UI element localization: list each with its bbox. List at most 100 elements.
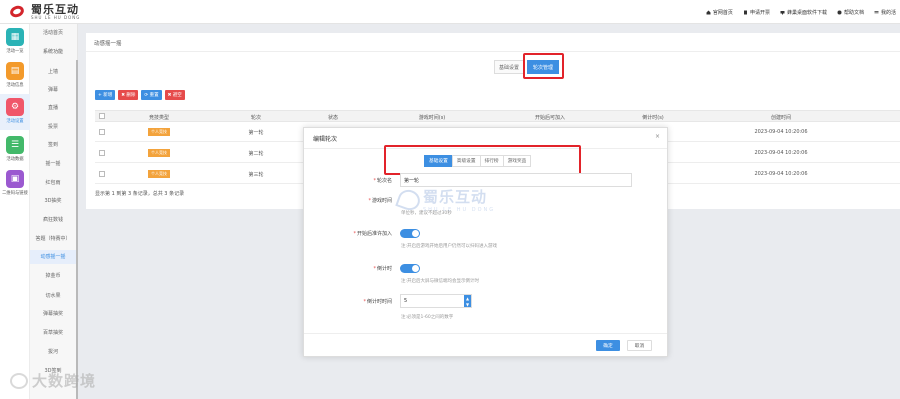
col-join-after-start: 开始后可加入 — [534, 115, 566, 121]
reset-button[interactable]: ⟳ 重置 — [141, 90, 162, 100]
round-cell: 第二轮 — [248, 151, 264, 157]
rail-item-overview-label: 活动一览 — [6, 49, 24, 54]
submenu-item-shake[interactable]: 摇一摇 — [30, 160, 76, 167]
countdown-label-text: 倒计时 — [376, 266, 392, 272]
submenu-item-count-money[interactable]: 疯狂数钱 — [30, 216, 76, 223]
rail-item-info[interactable]: ▤ 活动信息 — [0, 62, 30, 92]
join-after-start-label-text: 开始后准许加入 — [356, 231, 392, 237]
join-after-start-toggle[interactable] — [400, 229, 420, 238]
table-header: 竞技类型 轮次 状态 游戏时间(s) 开始后可加入 倒计时(s) 创建时间 — [95, 110, 900, 122]
submenu-item-danmu[interactable]: 弹幕 — [30, 86, 76, 93]
gear-icon: ⚙ — [6, 98, 24, 116]
col-status: 状态 — [327, 115, 339, 121]
add-button[interactable]: + 新增 — [95, 90, 116, 100]
created-cell: 2023-09-04 10:20:06 — [754, 171, 808, 177]
qrcode-icon: ▣ — [6, 170, 24, 188]
delete-button[interactable]: ✖ 删除 — [118, 90, 139, 100]
row-checkbox[interactable] — [99, 129, 105, 135]
clear-button[interactable]: ✖ 避空 — [164, 90, 185, 100]
round-name-label-text: 轮次名 — [376, 178, 392, 184]
chevron-up-icon[interactable]: ▲ — [466, 296, 469, 301]
submenu-item-signin[interactable]: 签到 — [30, 141, 76, 148]
created-cell: 2023-09-04 10:20:06 — [754, 129, 808, 135]
select-all-checkbox[interactable] — [99, 113, 105, 119]
countdown-time-value: 5 — [404, 298, 408, 304]
watermark-mark-icon — [395, 186, 423, 213]
link-help-label: 帮助文档 — [843, 9, 864, 16]
submenu-item-tug[interactable]: 拔河 — [30, 348, 76, 355]
submenu-group-system[interactable]: 系统功能 — [30, 48, 76, 55]
link-help[interactable]: 帮助文档 — [837, 9, 864, 16]
link-my-events[interactable]: 我的活 — [874, 9, 896, 16]
submenu-item-danmu-lottery[interactable]: 弹幕抽奖 — [30, 310, 76, 317]
countdown-time-label-text: 倒计时时间 — [366, 299, 392, 305]
brand-logo[interactable]: 蜀乐互动 SHU LE HU DONG — [8, 0, 80, 24]
link-my-events-label: 我的活 — [880, 9, 896, 16]
home-icon — [706, 10, 711, 14]
close-icon[interactable]: × — [655, 133, 660, 140]
submenu-item-wall[interactable]: 上墙 — [30, 68, 76, 75]
rail-item-settings[interactable]: ⚙ 活动设置 — [0, 94, 30, 130]
submenu-item-gold-coins[interactable]: 掉金币 — [30, 272, 76, 279]
submenu-item-live[interactable]: 直播 — [30, 104, 76, 111]
logo-cn-text: 蜀乐互动 — [31, 2, 79, 16]
countdown-hint: 注:开启后大屏与微信端均会显示倒计时 — [401, 279, 480, 284]
cancel-button[interactable]: 取消 — [627, 340, 652, 351]
link-download[interactable]: 蜂巢桌面软件下载 — [780, 9, 827, 16]
countdown-toggle[interactable] — [400, 264, 420, 273]
round-cell: 第一轮 — [248, 130, 264, 136]
rail-item-overview[interactable]: ▦ 活动一览 — [0, 28, 30, 58]
rail-item-qrcode[interactable]: ▣ 二维码与链接 — [0, 170, 30, 200]
row-checkbox[interactable] — [99, 150, 105, 156]
confirm-button[interactable]: 确定 — [596, 340, 620, 351]
type-tag: 个人竞技 — [148, 128, 170, 136]
chevron-down-icon[interactable]: ▼ — [466, 302, 469, 307]
edit-round-modal: 编辑轮次 × 基础设置 高级设置 排行榜 游戏奖品 *轮次名 *游戏时间 单位秒… — [303, 127, 668, 357]
submenu-item-herb-lottery[interactable]: 百草抽奖 — [30, 329, 76, 336]
countdown-time-stepper[interactable]: 5 ▲ ▼ — [400, 294, 472, 308]
left-rail: ▦ 活动一览 ▤ 活动信息 ⚙ 活动设置 ☰ 活动数据 ▣ 二维码与链接 — [0, 24, 30, 399]
submenu-scrollbar[interactable] — [76, 60, 78, 399]
submenu-item-vote[interactable]: 投票 — [30, 123, 76, 130]
row-checkbox[interactable] — [99, 171, 105, 177]
rail-item-data-label: 活动数据 — [6, 157, 24, 162]
logo-en-text: SHU LE HU DONG — [31, 14, 81, 20]
invoice-icon — [743, 10, 747, 14]
highlight-box-modal-tabs — [384, 145, 581, 175]
submenu-item-fruit[interactable]: 切水果 — [30, 292, 76, 299]
countdown-time-label: *倒计时时间 — [363, 299, 392, 305]
link-download-label: 蜂巢桌面软件下载 — [786, 9, 827, 16]
join-after-start-label: *开始后准许加入 — [353, 231, 392, 237]
help-icon — [837, 10, 842, 14]
logo-icon — [8, 3, 28, 21]
link-invoice-label: 申请开票 — [749, 9, 770, 16]
bottom-brand-watermark: 大数跨境 — [10, 370, 96, 391]
link-official-site[interactable]: 官网首页 — [706, 9, 733, 16]
stepper-buttons[interactable]: ▲ ▼ — [464, 295, 471, 307]
col-round: 轮次 — [250, 115, 262, 121]
list-icon — [874, 10, 879, 13]
round-name-input[interactable] — [400, 173, 632, 187]
submenu-item-quiz[interactable]: 答题（特赛中） — [30, 235, 76, 242]
submenu-item-redpacket[interactable]: 红包雨 — [30, 179, 76, 186]
rail-item-data[interactable]: ☰ 活动数据 — [0, 136, 30, 166]
round-name-label: *轮次名 — [373, 178, 392, 184]
countdown-time-hint: 注:必须是1-60之间的数字 — [401, 315, 454, 320]
pagination-info: 显示第 1 到第 3 条记录，总共 3 条记录 — [95, 191, 185, 197]
submenu-item-dynamic-shake[interactable]: 动感摇一摇 — [30, 250, 76, 264]
watermark-cn: 蜀乐互动 — [423, 188, 488, 206]
round-cell: 第三轮 — [248, 172, 264, 178]
submenu-item-3d-lottery[interactable]: 3D抽奖 — [30, 197, 76, 204]
rail-item-settings-label: 活动设置 — [6, 119, 24, 124]
header-links: 官网首页 申请开票 蜂巢桌面软件下载 帮助文档 我的活 — [706, 0, 896, 24]
col-game-time: 游戏时间(s) — [418, 115, 446, 121]
col-type: 竞技类型 — [148, 115, 170, 121]
created-cell: 2023-09-04 10:20:06 — [754, 150, 808, 156]
database-icon: ☰ — [6, 136, 24, 154]
tab-basic-settings[interactable]: 基础设置 — [494, 60, 524, 74]
join-after-start-hint: 注:开启后游戏开始后用户仍然可以扫码进入游戏 — [401, 244, 498, 249]
modal-footer-divider — [304, 333, 667, 334]
page-title: 动感摇一摇 — [94, 41, 122, 47]
link-invoice[interactable]: 申请开票 — [743, 9, 770, 16]
submenu-item-home[interactable]: 活动首页 — [30, 29, 76, 36]
